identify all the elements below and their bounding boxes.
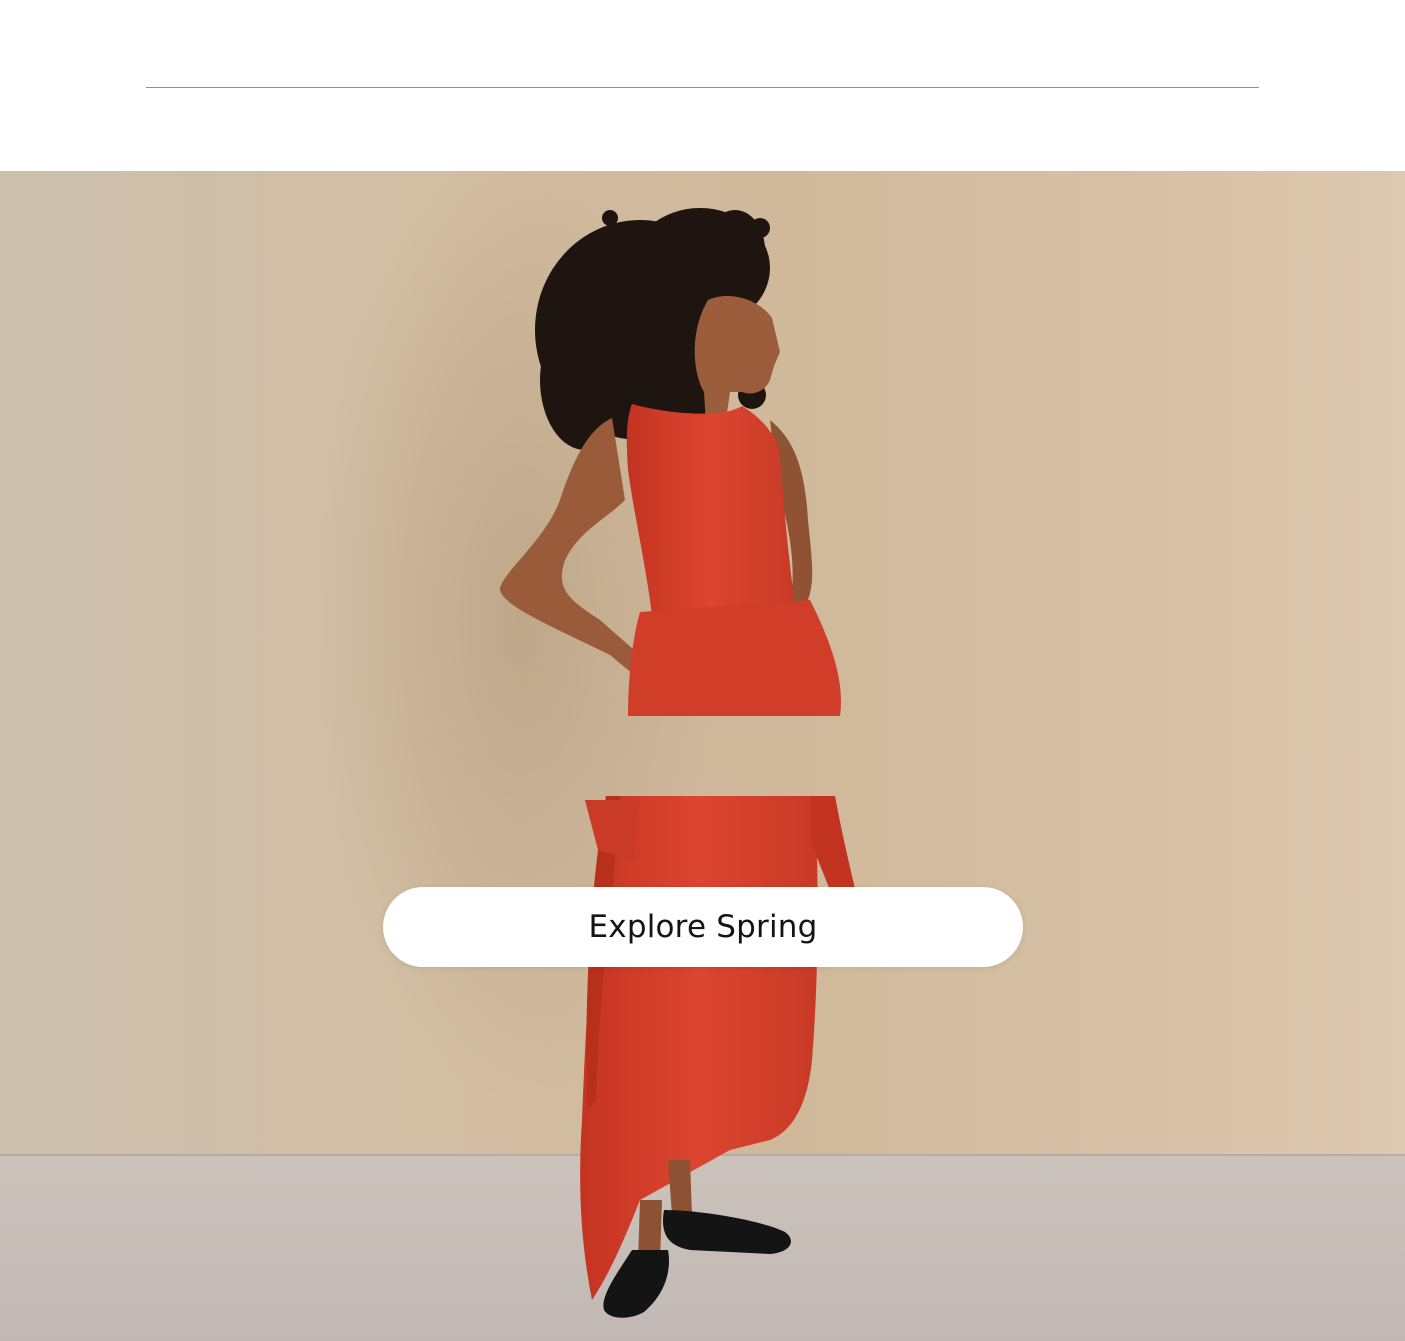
page: Explore Spring: [0, 0, 1405, 1341]
dress-bodice: [626, 404, 795, 615]
hero-image[interactable]: [0, 171, 1405, 1341]
explore-spring-button[interactable]: Explore Spring: [383, 887, 1023, 967]
dress-knot: [628, 600, 841, 716]
explore-spring-label: Explore Spring: [588, 909, 818, 945]
hero-banner[interactable]: Explore Spring: [0, 171, 1405, 1341]
top-band: [0, 0, 1405, 171]
divider: [146, 87, 1259, 88]
